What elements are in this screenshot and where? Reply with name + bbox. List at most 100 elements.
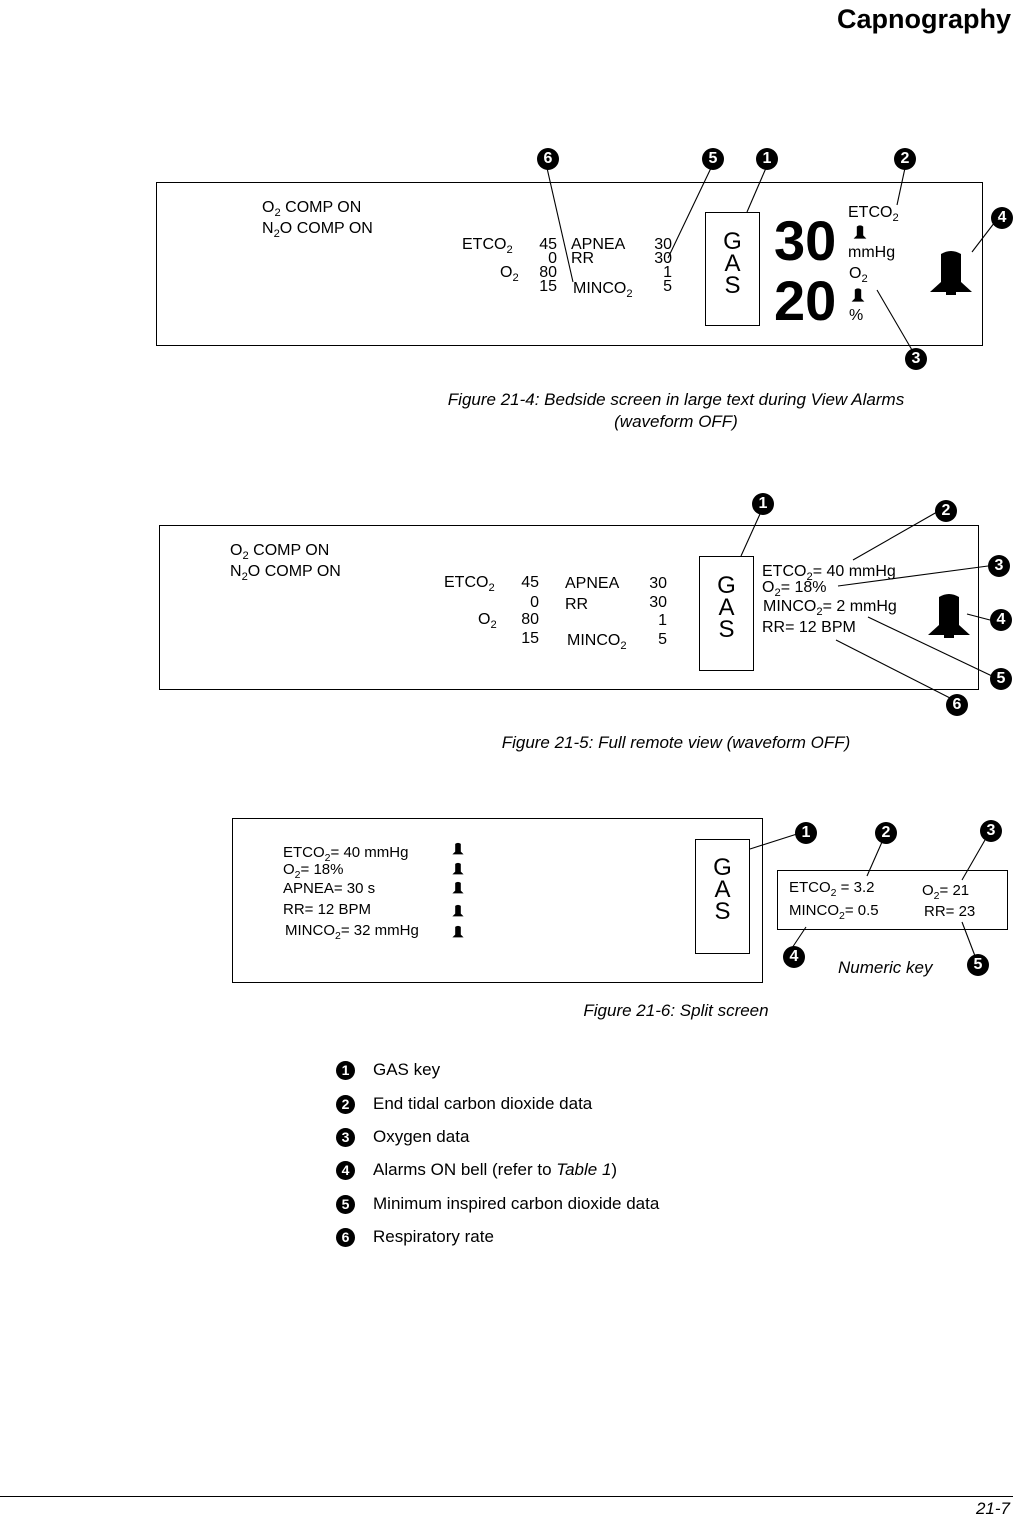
apnea-label: APNEA (565, 575, 620, 592)
o2-reading: O2= 18% (283, 861, 344, 881)
callout-3: 3 (980, 820, 1002, 842)
legend-text: Alarms ON bell (refer to Table 1) (373, 1160, 618, 1179)
legend-item: 1 GAS key (336, 1060, 440, 1080)
legend-text: Oxygen data (373, 1127, 470, 1146)
rr-reading: RR= 12 BPM (283, 901, 371, 918)
minco2-label: MINCO2 (573, 280, 633, 300)
etco2-alarm-bell-icon (853, 225, 867, 239)
callout-2: 2 (875, 822, 897, 844)
callout-1: 1 (752, 493, 774, 515)
etco2-param-label: ETCO2 (848, 204, 899, 224)
callout-1: 1 (756, 148, 778, 170)
etco2-large-value: 30 (774, 209, 837, 272)
numeric-o2: O2= 21 (922, 882, 970, 902)
legend-item: 4 Alarms ON bell (refer to Table 1) (336, 1160, 617, 1180)
gas-letter-s: S (714, 898, 731, 925)
numeric-key-label: Numeric key (838, 958, 933, 977)
gas-key-button[interactable]: G A S (699, 556, 754, 671)
o2-comp-status: O2 COMP ON (230, 542, 330, 562)
apnea-limit: 30 (649, 575, 667, 592)
etco2-low-limit: 0 (530, 594, 539, 611)
legend-item: 6 Respiratory rate (336, 1227, 494, 1247)
gas-key-button[interactable]: G A S (705, 212, 760, 326)
etco2-alarm-bell-icon (452, 842, 464, 855)
caption-line-1: Figure 21-4: Bedside screen in large tex… (447, 390, 905, 409)
callout-3: 3 (988, 555, 1010, 577)
legend-callout-5: 5 (336, 1194, 355, 1214)
apnea-reading: APNEA= 30 s (283, 880, 376, 897)
o2-large-value: 20 (774, 269, 837, 332)
numeric-minco2: MINCO2= 0.5 (789, 902, 879, 922)
n2o-comp-status: N2O COMP ON (230, 563, 341, 583)
numeric-etco2: ETCO2 = 3.2 (789, 879, 875, 899)
o2-reading: O2= 18% (762, 579, 827, 599)
o2-param-label: O2 (849, 265, 868, 285)
etco2-high-limit: 45 (521, 574, 539, 591)
minco2-limit: 5 (663, 278, 672, 295)
o2-comp-status: O2 COMP ON (262, 199, 362, 219)
legend-callout-3: 3 (336, 1127, 355, 1147)
alarms-on-bell-icon[interactable] (926, 593, 972, 639)
n2o-comp-status: N2O COMP ON (262, 220, 373, 240)
callout-5: 5 (702, 148, 724, 170)
etco2-reading: ETCO2= 40 mmHg (283, 844, 409, 864)
callout-2: 2 (935, 500, 957, 522)
legend-callout-6: 6 (336, 1227, 355, 1247)
legend-text: Minimum inspired carbon dioxide data (373, 1194, 660, 1213)
rr-alarm-bell-icon (452, 904, 464, 917)
legend-item: 2 End tidal carbon dioxide data (336, 1094, 592, 1114)
callout-3: 3 (905, 348, 927, 370)
o2-limit-label: O2 (478, 611, 497, 631)
o2-unit: % (849, 307, 864, 324)
page-title: Capnography (836, 4, 1011, 34)
figure-21-5-caption: Figure 21-5: Full remote view (waveform … (501, 733, 851, 752)
callout-4: 4 (783, 946, 805, 968)
minco2-reading: MINCO2= 2 mmHg (763, 598, 897, 618)
minco2-alarm-bell-icon (452, 925, 464, 938)
callout-2: 2 (894, 148, 916, 170)
rr-label: RR (565, 596, 589, 613)
callout-5: 5 (990, 668, 1012, 690)
etco2-limit-label: ETCO2 (444, 574, 495, 594)
o2-high-limit: 80 (521, 611, 539, 628)
o2-low-limit: 15 (521, 630, 539, 647)
minco2-limit: 5 (658, 631, 667, 648)
minco2-reading: MINCO2= 32 mmHg (285, 922, 419, 942)
legend-callout-1: 1 (336, 1060, 355, 1080)
table-reference-link[interactable]: Table 1 (556, 1160, 611, 1179)
o2-alarm-bell-icon (452, 862, 464, 875)
o2-alarm-bell-icon (851, 288, 865, 302)
gas-key-button[interactable]: G A S (695, 839, 750, 954)
figure-21-6-caption: Figure 21-6: Split screen (583, 1001, 769, 1020)
o2-low-limit: 15 (539, 278, 557, 295)
apnea-alarm-bell-icon (452, 881, 464, 894)
caption-line-2: (waveform OFF) (614, 412, 738, 431)
footer-rule (0, 1496, 1013, 1497)
gas-letter-s: S (724, 272, 741, 299)
etco2-unit: mmHg (848, 244, 896, 261)
minco2-label: MINCO2 (567, 632, 627, 652)
o2-limit-label: O2 (500, 264, 519, 284)
legend-callout-4: 4 (336, 1160, 355, 1180)
callout-4: 4 (990, 609, 1012, 631)
legend-text: Respiratory rate (373, 1227, 494, 1246)
rr-label: RR (571, 250, 595, 267)
rr-high-limit: 30 (649, 594, 667, 611)
gas-letter-s: S (718, 616, 735, 643)
rr-low-limit: 1 (658, 612, 667, 629)
legend-callout-2: 2 (336, 1094, 355, 1114)
etco2-limit-label: ETCO2 (462, 236, 513, 256)
legend-item: 3 Oxygen data (336, 1127, 469, 1147)
leader-4 (791, 926, 807, 949)
callout-5: 5 (967, 954, 989, 976)
legend-text: End tidal carbon dioxide data (373, 1094, 593, 1113)
page-number: 21-7 (975, 1499, 1010, 1518)
numeric-rr: RR= 23 (924, 903, 976, 920)
callout-1: 1 (795, 822, 817, 844)
legend-item: 5 Minimum inspired carbon dioxide data (336, 1194, 659, 1214)
alarms-on-bell-icon[interactable] (928, 250, 974, 296)
callout-6: 6 (946, 694, 968, 716)
figure-21-4-caption: Figure 21-4: Bedside screen in large tex… (400, 389, 952, 433)
rr-reading: RR= 12 BPM (762, 619, 856, 636)
callout-6: 6 (537, 148, 559, 170)
